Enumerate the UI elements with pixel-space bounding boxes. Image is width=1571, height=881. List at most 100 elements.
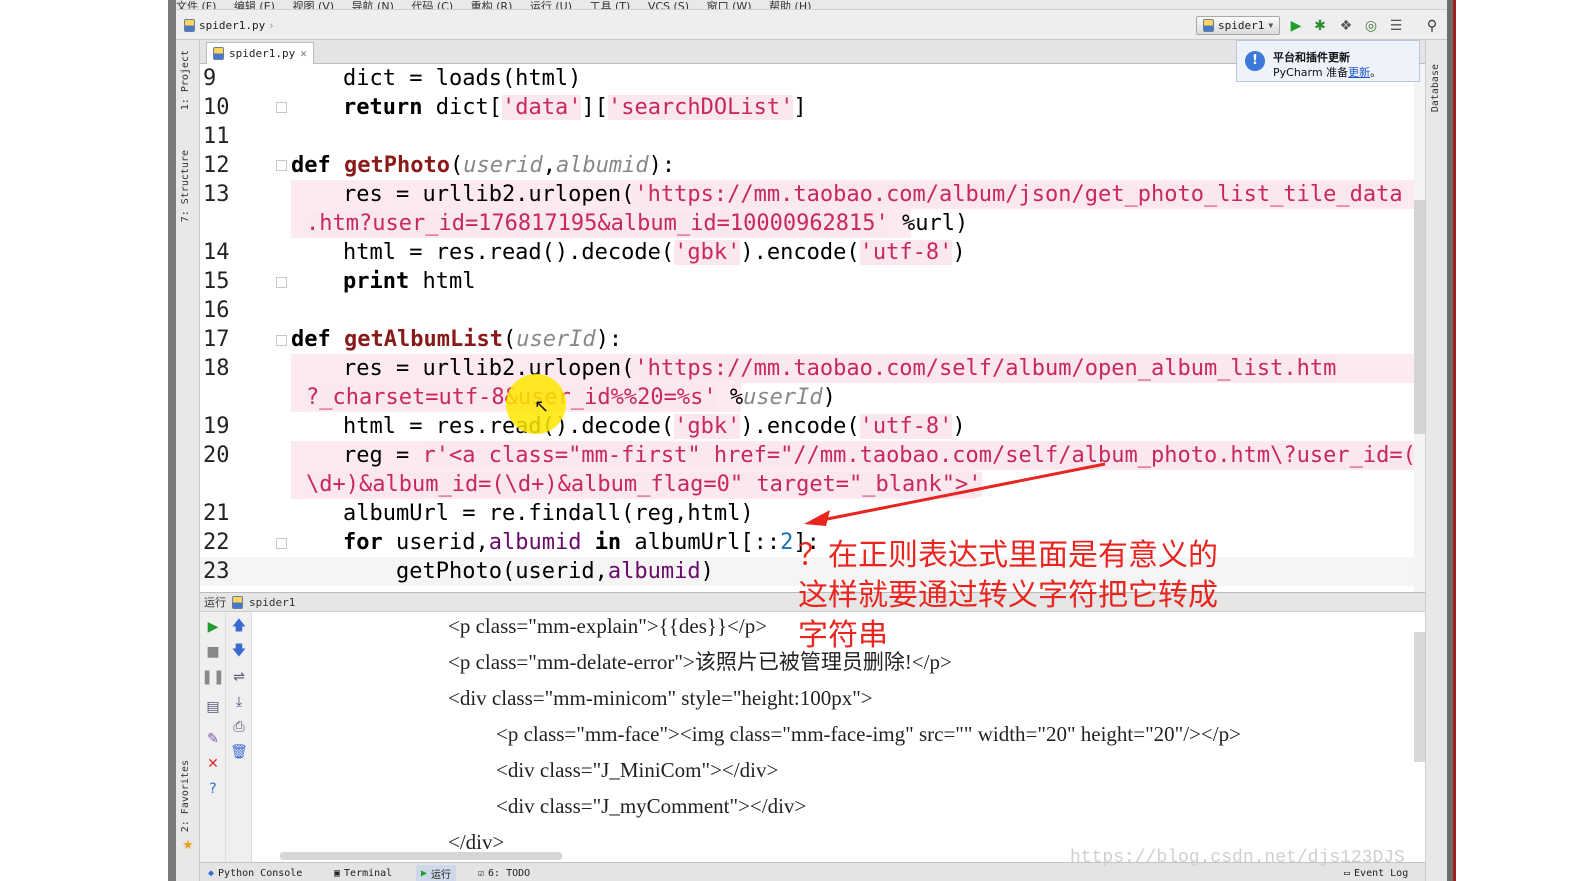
close-icon[interactable]: ✕ [204, 755, 222, 773]
run-controls-left: ▶ ■ ❚❚ ▤ ✎ ✕ ? [200, 612, 226, 862]
breadcrumb[interactable]: spider1.py › [184, 16, 274, 34]
chevron-down-icon: ▼ [1268, 21, 1274, 30]
tab-run[interactable]: ▶ 运行 [416, 865, 457, 881]
coverage-icon[interactable]: ❖ [1336, 16, 1356, 36]
line-number: 23 [203, 559, 230, 584]
tool-tab-database[interactable]: Database [1430, 64, 1441, 112]
desktop-right-margin [1456, 0, 1571, 881]
code-line: 12 def getPhoto(userid,albumid): [200, 151, 1425, 180]
code-line: 16 [200, 296, 1425, 325]
number-literal: 2 [780, 530, 794, 555]
annotation-text: ？在正则表达式里面是有意义的 这样就要通过转义字符把它转成 字符串 [798, 536, 1258, 656]
parameter: userid [463, 153, 543, 178]
code-text: html = res.read().decode( [343, 240, 675, 265]
debug-icon[interactable]: ✱ [1310, 16, 1330, 36]
output-scrollbar-thumb[interactable] [1414, 632, 1425, 762]
run-config-select[interactable]: spider1 ▼ [1196, 16, 1280, 35]
code-text: ( [449, 153, 464, 178]
code-text: ] [793, 95, 807, 120]
code-text: ) [952, 414, 966, 439]
chevron-right-icon: › [269, 18, 274, 32]
update-notification[interactable]: ! 平台和插件更新 PyCharm 准备更新。 [1236, 40, 1420, 82]
code-text: %url) [888, 211, 969, 236]
arrow-down-icon[interactable]: 🡇 [230, 643, 248, 661]
tool-tab-structure[interactable]: 7: Structure [180, 150, 191, 222]
trash-icon[interactable]: 🗑 [230, 743, 248, 761]
code-text: getPhoto(userid, [396, 559, 608, 584]
pause-icon[interactable]: ❚❚ [201, 668, 224, 686]
stop-icon[interactable]: ■ [204, 643, 222, 661]
notification-title: 平台和插件更新 [1273, 51, 1350, 64]
code-line: 19 html = res.read().decode('gbk').encod… [200, 412, 1425, 441]
keyword: in [594, 530, 622, 555]
keyword: for [343, 530, 383, 555]
window-frame-left [168, 0, 176, 881]
notification-text: PyCharm 准备更新。 [1273, 66, 1382, 79]
tool-tab-favorites[interactable]: 2: Favorites [180, 760, 191, 832]
output-line: <div class="J_myComment"></div> [496, 794, 807, 818]
function-name: getPhoto [344, 153, 450, 178]
code-text: ][ [581, 95, 608, 120]
help-icon[interactable]: ? [204, 780, 222, 798]
profile-icon[interactable]: ◎ [1361, 16, 1381, 36]
string-literal: 'utf-8' [859, 240, 953, 265]
scroll-to-end-icon[interactable]: ⤓ [230, 693, 248, 711]
string-literal: .htm?user_id=176817195&album_id=10000962… [306, 211, 889, 236]
update-link[interactable]: 更新 [1348, 66, 1370, 79]
annotation-line: ？在正则表达式里面是有意义的 [798, 538, 1218, 573]
code-text: res = urllib2.urlopen( [343, 182, 635, 207]
line-number: 12 [203, 153, 230, 178]
run-icon: ▶ [421, 867, 428, 879]
parameter: userId [743, 385, 823, 410]
code-text: reg = [343, 443, 423, 468]
code-text: dict = loads(html) [343, 66, 582, 91]
rerun-icon[interactable]: ▶ [204, 618, 222, 636]
code-text: ).encode( [740, 240, 860, 265]
line-number: 10 [203, 95, 230, 120]
python-file-icon [1203, 19, 1214, 32]
code-text: ): [595, 327, 623, 352]
line-number: 15 [203, 269, 230, 294]
code-text: userid, [382, 530, 489, 555]
tool-tab-project[interactable]: 1: Project [180, 50, 191, 110]
desktop-left-margin [0, 0, 168, 881]
editor-tab-spider1[interactable]: spider1.py ✕ [206, 42, 314, 64]
string-literal: 'https://mm.taobao.com/self/album/open_a… [634, 356, 1337, 381]
code-line: 10 return dict['data']['searchDOList'] [200, 93, 1425, 122]
run-panel-config[interactable]: spider1 [249, 596, 295, 609]
search-icon[interactable]: ⚲ [1422, 16, 1442, 36]
string-literal: 'gbk' [674, 414, 741, 439]
code-text: ): [648, 153, 676, 178]
code-text: albumUrl = re.findall(reg,html) [343, 501, 754, 526]
output-horizontal-scrollbar[interactable] [280, 852, 562, 860]
layout-icon[interactable]: ▤ [204, 698, 222, 716]
line-number: 16 [203, 298, 230, 323]
print-icon[interactable]: ⎙ [230, 718, 248, 736]
arrow-shaft [821, 462, 1106, 522]
run-icon[interactable]: ▶ [1286, 16, 1306, 36]
editor-tab-label: spider1.py [229, 47, 296, 60]
code-text: dict[ [422, 95, 502, 120]
line-number: 20 [203, 443, 230, 468]
arrow-up-icon[interactable]: 🡅 [230, 618, 248, 636]
close-icon[interactable]: ✕ [300, 47, 307, 60]
parameter: userId [516, 327, 596, 352]
code-text: html [409, 269, 476, 294]
tab-todo[interactable]: ☑ 6: TODO [478, 865, 530, 881]
pin-icon[interactable]: ✎ [204, 730, 222, 748]
string-literal: 'gbk' [674, 240, 741, 265]
editor-scrollbar-thumb[interactable] [1414, 200, 1425, 434]
watermark: https://blog.csdn.net/djs123DJS [1070, 848, 1405, 868]
breadcrumb-file[interactable]: spider1.py [199, 19, 265, 32]
keyword: print [343, 269, 410, 294]
variable: albumid [607, 559, 701, 584]
concurrency-icon[interactable]: ☰ [1386, 16, 1406, 36]
soft-wrap-icon[interactable]: ⇌ [230, 668, 248, 686]
code-text: ) [952, 240, 966, 265]
code-line: 14 html = res.read().decode('gbk').encod… [200, 238, 1425, 267]
code-line: 11 [200, 122, 1425, 151]
line-number: 11 [203, 124, 230, 149]
code-text: ) [822, 385, 836, 410]
tab-python-console[interactable]: ◆ Python Console [208, 865, 302, 881]
tab-terminal[interactable]: ▣ Terminal [334, 865, 392, 881]
